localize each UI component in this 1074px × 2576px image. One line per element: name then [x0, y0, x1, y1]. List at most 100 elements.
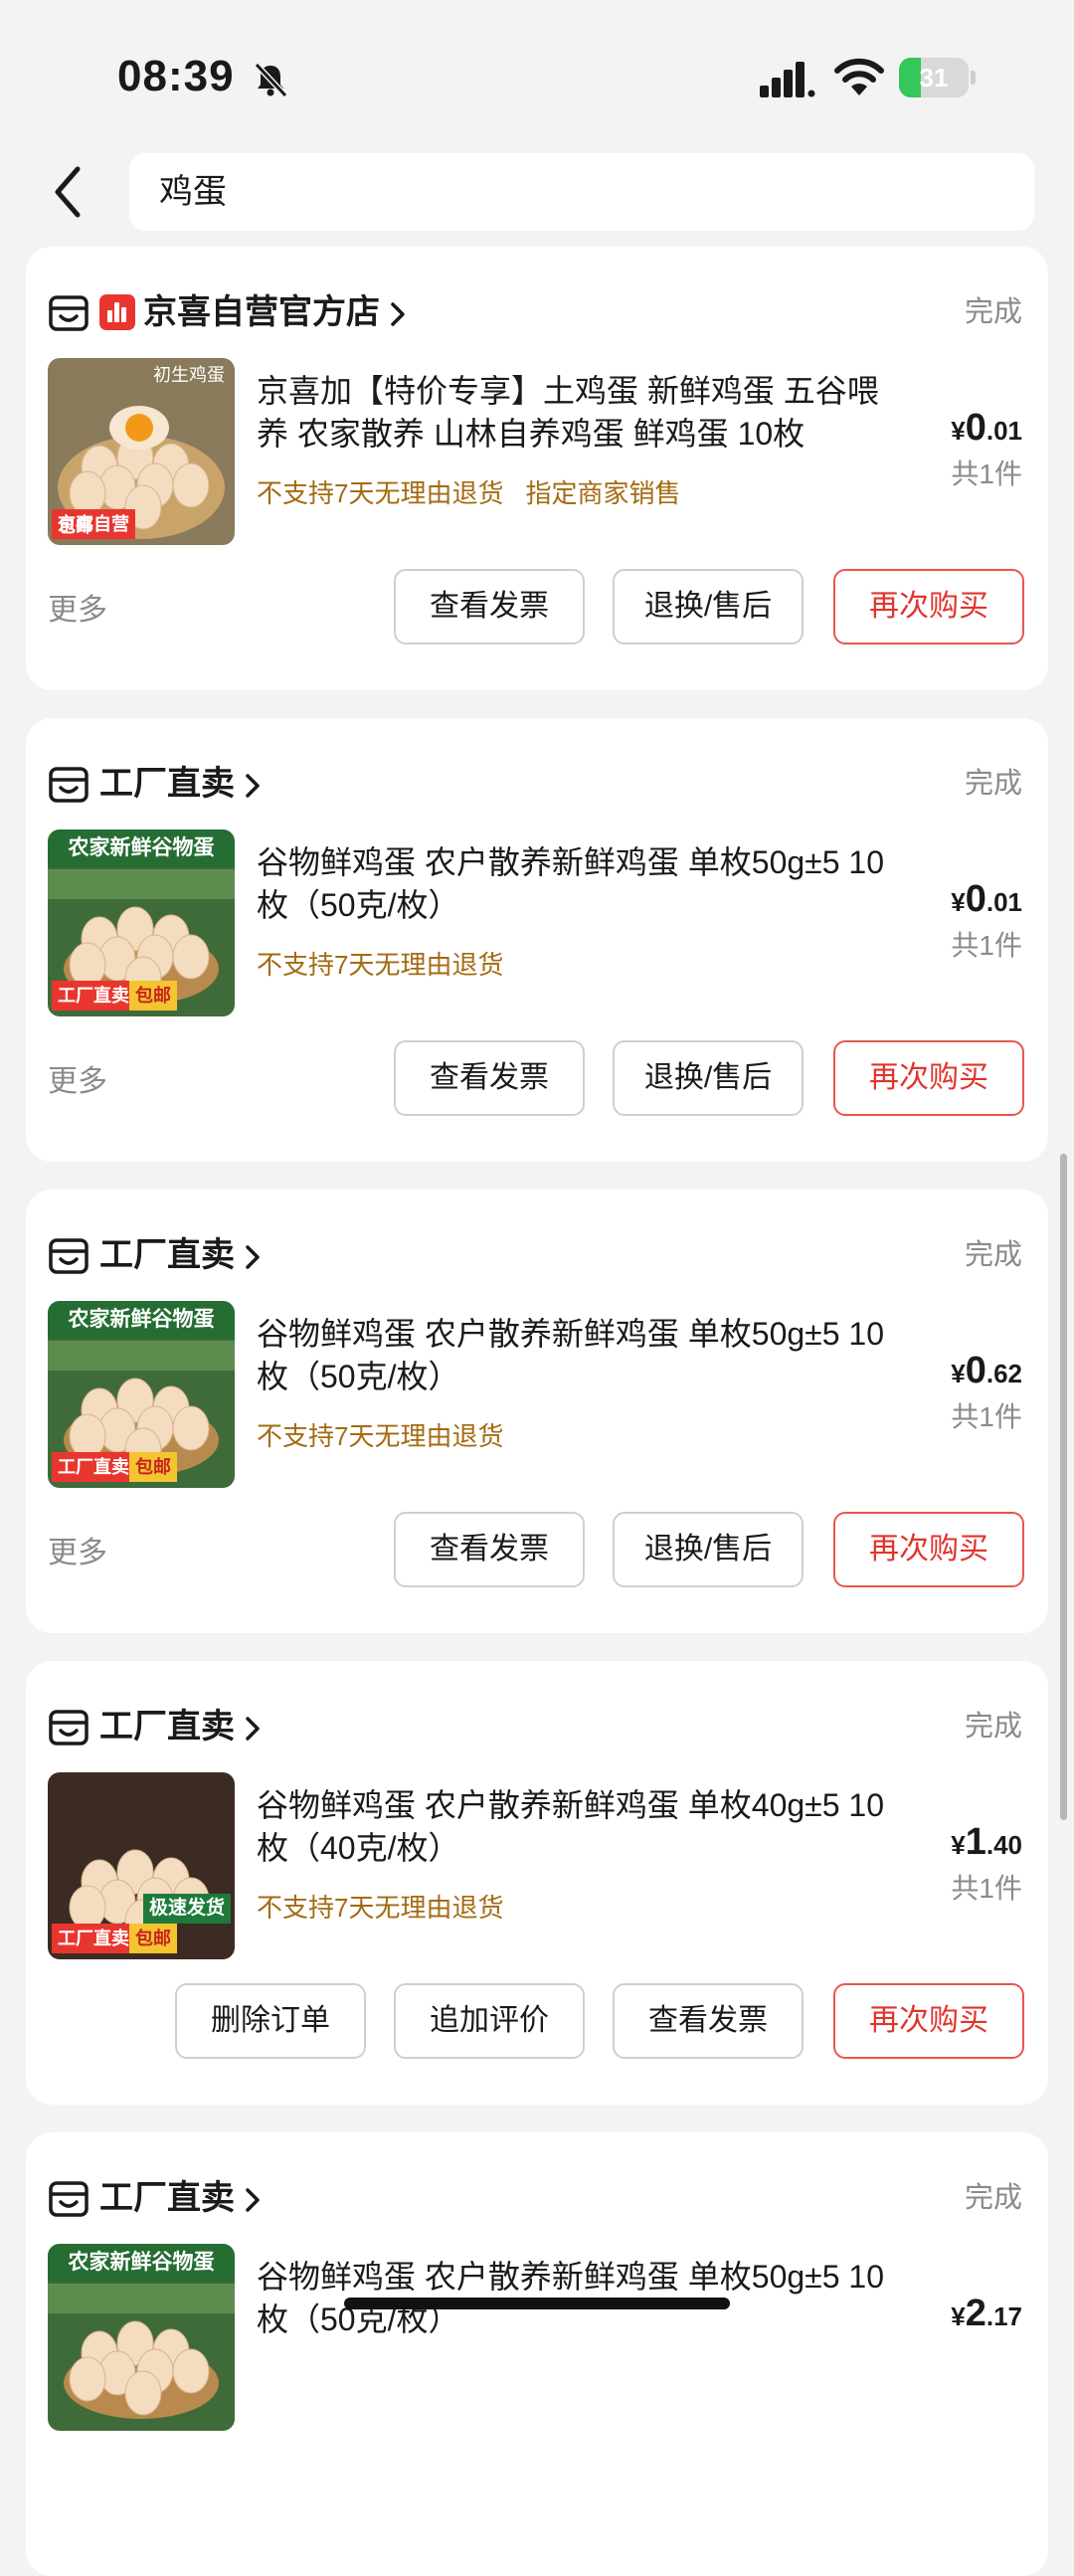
- status-time: 08:39: [117, 52, 235, 100]
- policy-tags: 不支持7天无理由退货: [257, 1416, 525, 1456]
- price-currency: ¥: [951, 887, 966, 917]
- search-input[interactable]: 鸡蛋: [129, 153, 1034, 231]
- return-aftersale-button[interactable]: 退换/售后: [613, 569, 804, 644]
- order-price: ¥0.01: [951, 877, 1022, 929]
- product-title[interactable]: 谷物鲜鸡蛋 农户散养新鲜鸡蛋 单枚50g±5 10枚（50克/枚）: [257, 841, 893, 927]
- chevron-left-icon[interactable]: [50, 163, 84, 221]
- policy-tag: 不支持7天无理由退货: [257, 950, 504, 980]
- product-title[interactable]: 京喜加【特价专享】土鸡蛋 新鲜鸡蛋 五谷喂养 农家散养 山林自养鸡蛋 鲜鸡蛋 1…: [257, 370, 893, 456]
- thumb-label: 工厂直卖: [52, 1924, 135, 1953]
- item-count: 共1件: [951, 1873, 1022, 1904]
- thumb-label: 包邮: [58, 516, 93, 536]
- store-name-label: 工厂直卖: [99, 765, 235, 803]
- delete-order-button[interactable]: 删除订单: [175, 1983, 366, 2059]
- order-card[interactable]: 京喜自营官方店 完成 初生鸡蛋 京喜自营 包邮 京喜加【特价专享】土鸡蛋 新鲜鸡蛋 五谷喂…: [26, 247, 1048, 690]
- scrollbar[interactable]: [1060, 1154, 1067, 1820]
- store-name[interactable]: 工厂直卖: [99, 1229, 261, 1281]
- policy-tag: 不支持7天无理由退货: [257, 1893, 504, 1923]
- order-card[interactable]: 工厂直卖 完成 农家新鲜谷物蛋 谷物鲜鸡蛋 农户散养新鲜鸡蛋 单枚50g±5 10枚（…: [26, 2132, 1048, 2576]
- chevron-right-icon: [235, 2179, 261, 2217]
- product-thumbnail[interactable]: 极速发货 工厂直卖 包邮: [48, 1772, 235, 1959]
- buy-again-button[interactable]: 再次购买: [833, 1040, 1024, 1116]
- order-status: 完成: [964, 1711, 1022, 1743]
- store-name[interactable]: 工厂直卖: [99, 2172, 261, 2224]
- store-icon: [48, 1707, 90, 1748]
- search-header: 鸡蛋: [0, 149, 1074, 249]
- order-status: 完成: [964, 768, 1022, 800]
- chevron-right-icon: [235, 1708, 261, 1746]
- thumb-label: 工厂直卖: [52, 981, 135, 1011]
- thumb-label: 极速发货: [142, 1894, 231, 1924]
- price-decimal: .01: [985, 887, 1022, 917]
- order-card[interactable]: 工厂直卖 完成 农家新鲜谷物蛋 工厂直卖 包邮 谷物鲜鸡蛋 农户散养新鲜鸡蛋 单枚50g±…: [26, 718, 1048, 1162]
- status-bar: 08:39 31: [0, 0, 1074, 149]
- home-indicator[interactable]: [344, 2298, 730, 2309]
- add-review-button[interactable]: 追加评价: [394, 1983, 585, 2059]
- price-integer: 0: [965, 1350, 986, 1391]
- store-icon: [48, 1235, 90, 1277]
- buy-again-button[interactable]: 再次购买: [833, 569, 1024, 644]
- item-count: 共1件: [951, 1401, 1022, 1432]
- product-thumbnail[interactable]: 初生鸡蛋 京喜自营 包邮: [48, 358, 235, 545]
- view-invoice-button[interactable]: 查看发票: [394, 1040, 585, 1116]
- price-currency: ¥: [951, 416, 966, 446]
- store-icon: [48, 764, 90, 806]
- order-card[interactable]: 工厂直卖 完成 农家新鲜谷物蛋 工厂直卖 包邮 谷物鲜鸡蛋 农户散养新鲜鸡蛋 单枚50g±…: [26, 1190, 1048, 1633]
- thumb-label: 农家新鲜谷物蛋: [48, 829, 235, 867]
- order-status: 完成: [964, 2182, 1022, 2214]
- thumb-label: 农家新鲜谷物蛋: [48, 1301, 235, 1339]
- policy-tags: 不支持7天无理由退货 指定商家销售: [257, 473, 702, 513]
- price-decimal: .01: [985, 416, 1022, 446]
- price-decimal: .17: [985, 2301, 1022, 2331]
- store-name-label: 京喜自营官方店: [143, 293, 380, 331]
- price-integer: 0: [965, 878, 986, 920]
- product-title[interactable]: 谷物鲜鸡蛋 农户散养新鲜鸡蛋 单枚50g±5 10枚（50克/枚）: [257, 1313, 893, 1398]
- buy-again-button[interactable]: 再次购买: [833, 1983, 1024, 2059]
- thumb-label: 初生鸡蛋: [153, 365, 225, 385]
- order-card[interactable]: 工厂直卖 完成 极速发货 工厂直卖 包邮 谷物鲜鸡蛋 农户散养新鲜鸡蛋 单枚40g±5 1…: [26, 1661, 1048, 2105]
- thumb-label: 包邮: [129, 981, 177, 1011]
- chevron-right-icon: [235, 765, 261, 803]
- price-decimal: .62: [985, 1359, 1022, 1388]
- price-integer: 0: [965, 407, 986, 449]
- order-price: ¥0.01: [951, 406, 1022, 458]
- policy-tag: 不支持7天无理由退货: [257, 478, 504, 508]
- product-thumbnail[interactable]: 农家新鲜谷物蛋: [48, 2244, 235, 2431]
- more-link[interactable]: 更多: [48, 589, 107, 633]
- thumb-label: 农家新鲜谷物蛋: [48, 2244, 235, 2282]
- price-currency: ¥: [951, 1830, 966, 1860]
- price-decimal: .40: [985, 1830, 1022, 1860]
- thumb-label: 包邮: [129, 1924, 177, 1953]
- battery-icon: 31: [899, 58, 976, 97]
- view-invoice-button[interactable]: 查看发票: [394, 1512, 585, 1587]
- product-thumbnail[interactable]: 农家新鲜谷物蛋工厂直卖 包邮: [48, 829, 235, 1016]
- policy-tags: 不支持7天无理由退货: [257, 1888, 525, 1928]
- battery-level-text: 31: [919, 63, 949, 92]
- view-invoice-button[interactable]: 查看发票: [613, 1983, 804, 2059]
- store-name-label: 工厂直卖: [99, 1708, 235, 1746]
- store-icon: [48, 2178, 90, 2220]
- thumb-label: 包邮: [129, 1452, 177, 1482]
- price-currency: ¥: [951, 1359, 966, 1388]
- more-link[interactable]: 更多: [48, 1060, 107, 1104]
- store-name[interactable]: 京喜自营官方店: [143, 286, 406, 338]
- more-link[interactable]: 更多: [48, 1532, 107, 1575]
- jingxi-badge-icon: [99, 294, 135, 330]
- buy-again-button[interactable]: 再次购买: [833, 1512, 1024, 1587]
- mute-icon: [254, 62, 288, 98]
- item-count: 共1件: [951, 930, 1022, 961]
- price-integer: 2: [965, 2293, 986, 2334]
- signal-icon: [760, 62, 815, 97]
- view-invoice-button[interactable]: 查看发票: [394, 569, 585, 644]
- policy-tag: 指定商家销售: [525, 478, 681, 508]
- product-thumbnail[interactable]: 农家新鲜谷物蛋 工厂直卖 包邮: [48, 1301, 235, 1488]
- policy-tags: 不支持7天无理由退货: [257, 945, 525, 985]
- product-title[interactable]: 谷物鲜鸡蛋 农户散养新鲜鸡蛋 单枚40g±5 10枚（40克/枚）: [257, 1784, 893, 1870]
- return-aftersale-button[interactable]: 退换/售后: [613, 1040, 804, 1116]
- store-name-label: 工厂直卖: [99, 2179, 235, 2217]
- store-icon: [48, 292, 90, 334]
- return-aftersale-button[interactable]: 退换/售后: [613, 1512, 804, 1587]
- store-name[interactable]: 工厂直卖: [99, 1701, 261, 1752]
- store-name[interactable]: 工厂直卖: [99, 758, 261, 810]
- chevron-right-icon: [235, 1236, 261, 1274]
